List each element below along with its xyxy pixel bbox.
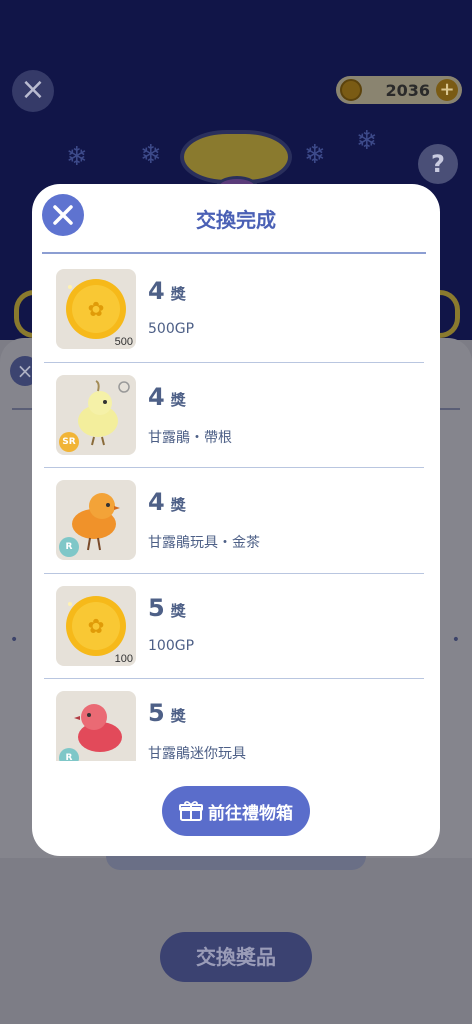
close-icon[interactable]: × xyxy=(12,70,54,112)
snowflake-icon: ❄ xyxy=(304,140,326,170)
reward-list[interactable]: ✿ 500 4獎 500GP SR 4 獎 甘露鵑・帶根 R 4 獎 甘露鵑玩具… xyxy=(44,257,424,761)
reward-count: 5獎 xyxy=(148,699,186,727)
bird-image: SR xyxy=(56,374,136,455)
coin-amount: 2036 xyxy=(385,80,430,100)
amount-badge: 100 xyxy=(114,652,133,665)
coin-balance: 2036 + xyxy=(336,76,462,104)
exchange-complete-dialog: 交換完成 ✿ 500 4獎 500GP SR 4 獎 甘露鵑・帶根 R 4 獎 … xyxy=(32,184,440,856)
bird-mini-toy-image: R xyxy=(56,691,136,761)
help-button[interactable]: ? xyxy=(418,144,458,184)
add-coins-button[interactable]: + xyxy=(436,79,458,101)
snowflake-icon: ❄ xyxy=(356,126,378,156)
reward-name: 100GP xyxy=(148,637,195,654)
reward-row: R 4獎 甘露鵑玩具・金茶 xyxy=(44,468,424,574)
dialog-title: 交換完成 xyxy=(196,208,276,232)
snowflake-icon: ❄ xyxy=(140,140,162,170)
reward-row: ✿ 500 4獎 500GP xyxy=(44,257,424,363)
reward-row: SR 4獎 甘露鵑・帶根 xyxy=(44,363,424,468)
go-to-gift-box-label: 前往禮物箱 xyxy=(208,803,293,824)
amount-badge: 500 xyxy=(114,336,133,348)
divider xyxy=(42,252,426,254)
snowflake-icon: ❄ xyxy=(66,142,88,172)
rarity-badge: R xyxy=(59,748,79,761)
go-to-gift-box-button[interactable]: 前往禮物箱 xyxy=(162,786,310,836)
reward-name: 甘露鵑迷你玩具 xyxy=(148,746,246,761)
rarity-badge: R xyxy=(59,537,79,557)
svg-text:✿: ✿ xyxy=(88,614,105,638)
reward-name: 500GP xyxy=(148,321,195,337)
reward-count: 5獎 xyxy=(148,593,186,622)
gold-coin-image: ✿ 100 xyxy=(56,585,136,666)
reward-count: 4獎 xyxy=(148,382,186,411)
coin-icon xyxy=(340,79,362,101)
reward-row: R 5獎 甘露鵑迷你玩具 xyxy=(44,679,424,761)
reward-name: 甘露鵑玩具・金茶 xyxy=(148,535,260,551)
bird-toy-image: R xyxy=(56,480,136,560)
gift-icon xyxy=(179,801,203,821)
rarity-badge: SR xyxy=(59,431,79,452)
reward-name: 甘露鵑・帶根 xyxy=(148,429,232,446)
reward-count: 4獎 xyxy=(148,277,186,305)
reward-count: 4獎 xyxy=(148,488,186,516)
reward-row: ✿ 100 5獎 100GP xyxy=(44,574,424,679)
svg-text:✿: ✿ xyxy=(88,297,105,321)
gold-coin-image: ✿ 500 xyxy=(56,269,136,349)
exchange-prizes-button[interactable]: 交換獎品 xyxy=(160,932,312,982)
